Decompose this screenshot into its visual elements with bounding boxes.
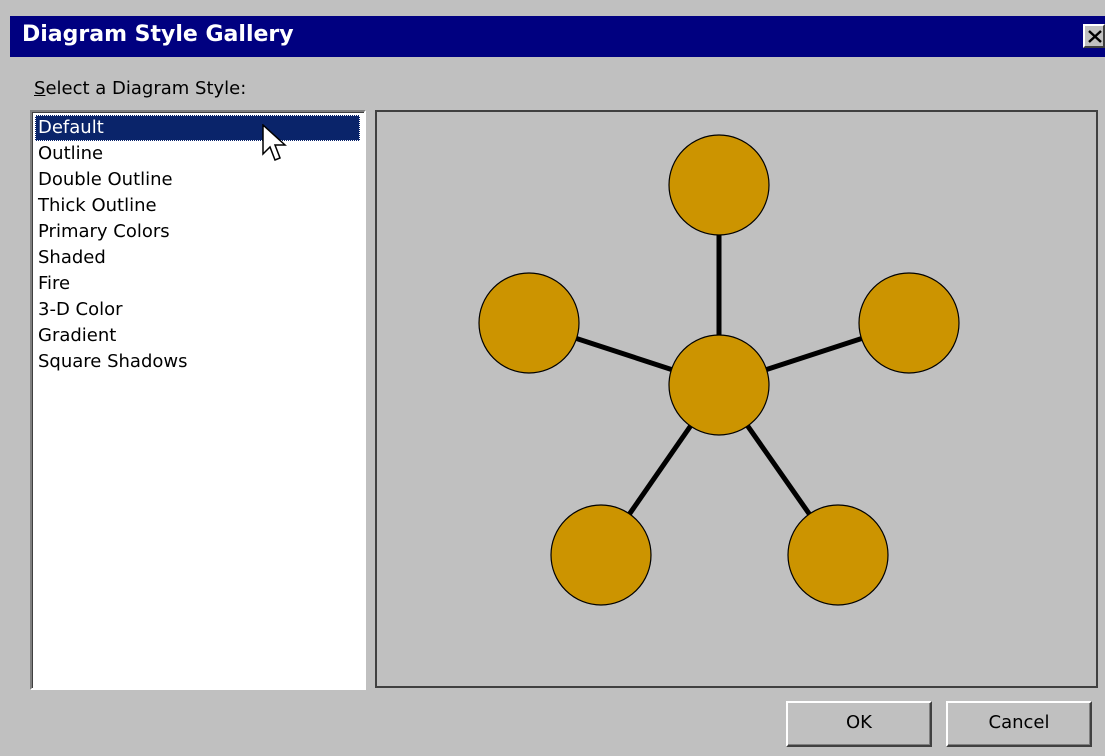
node-bottom-left bbox=[550, 504, 652, 606]
mouse-pointer-icon bbox=[262, 124, 287, 161]
radial-diagram-preview bbox=[478, 134, 960, 606]
close-button[interactable] bbox=[1083, 24, 1105, 48]
list-item-fire[interactable]: Fire bbox=[35, 271, 360, 297]
list-item-outline[interactable]: Outline bbox=[35, 141, 360, 167]
node-left bbox=[478, 272, 580, 374]
list-item-shaded[interactable]: Shaded bbox=[35, 245, 360, 271]
cancel-button[interactable]: Cancel bbox=[946, 701, 1092, 747]
select-style-label-text: elect a Diagram Style: bbox=[45, 78, 247, 99]
list-item-default[interactable]: Default bbox=[35, 115, 360, 141]
dialog-title: Diagram Style Gallery bbox=[22, 22, 294, 47]
list-item-double-outline[interactable]: Double Outline bbox=[35, 167, 360, 193]
node-bottom-right bbox=[787, 504, 889, 606]
select-style-label: Select a Diagram Style: bbox=[34, 78, 246, 99]
list-item-3d-color[interactable]: 3-D Color bbox=[35, 297, 360, 323]
node-center bbox=[668, 334, 770, 436]
style-preview-pane bbox=[375, 110, 1098, 688]
node-top bbox=[668, 134, 770, 236]
list-item-gradient[interactable]: Gradient bbox=[35, 323, 360, 349]
list-item-square-shadows[interactable]: Square Shadows bbox=[35, 349, 360, 375]
list-item-thick-outline[interactable]: Thick Outline bbox=[35, 193, 360, 219]
ok-button[interactable]: OK bbox=[786, 701, 932, 747]
diagram-style-list[interactable]: Default Outline Double Outline Thick Out… bbox=[30, 110, 366, 690]
accelerator-key: S bbox=[34, 78, 46, 99]
close-icon bbox=[1088, 30, 1102, 43]
node-right bbox=[858, 272, 960, 374]
title-bar[interactable]: Diagram Style Gallery bbox=[10, 16, 1105, 57]
diagram-style-gallery-dialog: Diagram Style Gallery Select a Diagram S… bbox=[0, 0, 1105, 756]
diagram-nodes bbox=[478, 134, 960, 606]
list-item-primary-colors[interactable]: Primary Colors bbox=[35, 219, 360, 245]
